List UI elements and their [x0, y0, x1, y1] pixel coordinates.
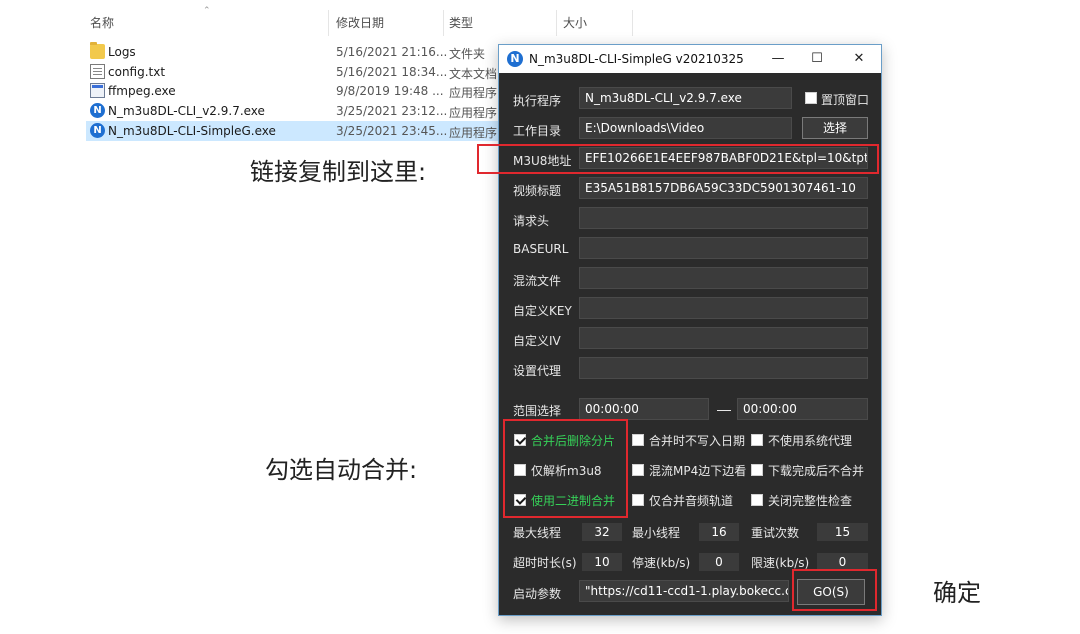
n-app-icon: N [90, 103, 105, 118]
file-type: 应用程序 [449, 86, 498, 100]
file-type: 文件夹 [449, 47, 486, 61]
proxy-input[interactable] [579, 357, 868, 379]
file-row-selected[interactable]: N N_m3u8DL-CLI-SimpleG.exe 3/25/2021 23:… [86, 121, 506, 141]
file-date: 3/25/2021 23:12... [336, 104, 448, 118]
max-threads-label: 最大线程 [513, 526, 562, 540]
timeout-label: 超时时长(s) [513, 556, 577, 570]
n-app-icon: N [507, 51, 523, 67]
file-name: Logs [108, 45, 136, 59]
topmost-label[interactable]: 置顶窗口 [821, 91, 869, 108]
window-title: N_m3u8DL-CLI-SimpleG v20210325 [529, 52, 744, 66]
baseurl-input[interactable] [579, 237, 868, 259]
option-checkbox[interactable] [751, 494, 763, 506]
mux-file-input[interactable] [579, 267, 868, 289]
custom-iv-label: 自定义IV [513, 334, 561, 348]
min-threads-label: 最小线程 [632, 526, 681, 540]
annotation-check-merge: 勾选自动合并: [265, 456, 418, 484]
folder-icon [90, 42, 105, 59]
n-app-icon: N [90, 123, 105, 138]
file-type: 应用程序 [449, 126, 498, 140]
file-row[interactable]: N N_m3u8DL-CLI_v2.9.7.exe 3/25/2021 23:1… [86, 101, 506, 121]
file-date: 5/16/2021 18:34... [336, 65, 448, 79]
file-name: N_m3u8DL-CLI_v2.9.7.exe [108, 104, 265, 118]
option-label[interactable]: 混流MP4边下边看 [649, 462, 746, 479]
launch-args-field[interactable]: "https://cd11-ccd1-1.play.bokecc.com [579, 580, 789, 602]
text-file-icon [90, 64, 105, 79]
max-threads-input[interactable]: 32 [582, 523, 622, 541]
range-end-input[interactable]: 00:00:00 [737, 398, 868, 420]
workdir-field[interactable]: E:\Downloads\Video [579, 117, 792, 139]
file-name: ffmpeg.exe [108, 84, 176, 98]
range-separator [717, 410, 731, 411]
launch-args-label: 启动参数 [513, 587, 562, 601]
app-window: N N_m3u8DL-CLI-SimpleG v20210325 — ☐ ✕ 执… [498, 44, 882, 616]
custom-iv-input[interactable] [579, 327, 868, 349]
file-row[interactable]: ffmpeg.exe 9/8/2019 19:48 ... 应用程序 [86, 81, 506, 101]
file-date: 9/8/2019 19:48 ... [336, 84, 444, 98]
mux-file-label: 混流文件 [513, 274, 562, 288]
file-date: 5/16/2021 21:16... [336, 45, 448, 59]
range-label: 范围选择 [513, 404, 562, 418]
option-label[interactable]: 下载完成后不合并 [768, 462, 864, 479]
title-bar[interactable]: N N_m3u8DL-CLI-SimpleG v20210325 — ☐ ✕ [499, 45, 881, 73]
retries-label: 重试次数 [751, 526, 800, 540]
option-checkbox[interactable] [751, 464, 763, 476]
stop-speed-input[interactable]: 0 [699, 553, 739, 571]
column-divider[interactable] [632, 10, 633, 36]
file-date: 3/25/2021 23:45... [336, 124, 448, 138]
custom-key-label: 自定义KEY [513, 304, 572, 318]
choose-dir-button[interactable]: 选择 [802, 117, 868, 139]
min-threads-input[interactable]: 16 [699, 523, 739, 541]
annotation-paste-link: 链接复制到这里: [250, 158, 427, 186]
executable-field[interactable]: N_m3u8DL-CLI_v2.9.7.exe [579, 87, 792, 109]
column-header-date[interactable]: 修改日期 [336, 14, 384, 31]
option-checkbox[interactable] [751, 434, 763, 446]
proxy-label: 设置代理 [513, 364, 562, 378]
option-label[interactable]: 合并时不写入日期 [649, 432, 745, 449]
retries-input[interactable]: 15 [817, 523, 868, 541]
column-divider[interactable] [328, 10, 329, 36]
file-row[interactable]: Logs 5/16/2021 21:16... 文件夹 [86, 42, 506, 62]
stop-speed-label: 停速(kb/s) [632, 556, 691, 570]
sort-indicator-icon: ⌃ [203, 6, 211, 16]
timeout-input[interactable]: 10 [582, 553, 622, 571]
option-checkbox[interactable] [632, 464, 644, 476]
maximize-button[interactable]: ☐ [800, 45, 834, 73]
option-checkbox[interactable] [632, 494, 644, 506]
headers-label: 请求头 [513, 214, 550, 228]
column-divider[interactable] [443, 10, 444, 36]
option-label[interactable]: 不使用系统代理 [768, 432, 852, 449]
highlight-m3u8-field [477, 144, 879, 174]
minimize-button[interactable]: — [761, 45, 795, 73]
column-header-name[interactable]: 名称 [90, 14, 114, 31]
range-start-input[interactable]: 00:00:00 [579, 398, 709, 420]
column-header-type[interactable]: 类型 [449, 14, 473, 31]
option-checkbox[interactable] [632, 434, 644, 446]
video-title-label: 视频标题 [513, 184, 562, 198]
column-divider[interactable] [556, 10, 557, 36]
file-name: N_m3u8DL-CLI-SimpleG.exe [108, 124, 276, 138]
headers-input[interactable] [579, 207, 868, 229]
exe-icon [90, 83, 105, 98]
video-title-input[interactable]: E35A51B8157DB6A59C33DC5901307461-10 [579, 177, 868, 199]
file-type: 文本文档 [449, 67, 498, 81]
option-label[interactable]: 关闭完整性检查 [768, 492, 852, 509]
workdir-label: 工作目录 [513, 124, 562, 138]
close-button[interactable]: ✕ [842, 45, 876, 73]
custom-key-input[interactable] [579, 297, 868, 319]
highlight-merge-options [503, 419, 628, 518]
column-header-size[interactable]: 大小 [563, 14, 587, 31]
executable-label: 执行程序 [513, 94, 562, 108]
file-name: config.txt [108, 65, 166, 79]
option-label[interactable]: 仅合并音频轨道 [649, 492, 733, 509]
file-row[interactable]: config.txt 5/16/2021 18:34... 文本文档 [86, 62, 506, 82]
topmost-checkbox[interactable] [805, 92, 817, 104]
file-type: 应用程序 [449, 106, 498, 120]
baseurl-label: BASEURL [513, 242, 569, 256]
highlight-go-button [792, 569, 877, 611]
annotation-confirm: 确定 [933, 579, 981, 607]
